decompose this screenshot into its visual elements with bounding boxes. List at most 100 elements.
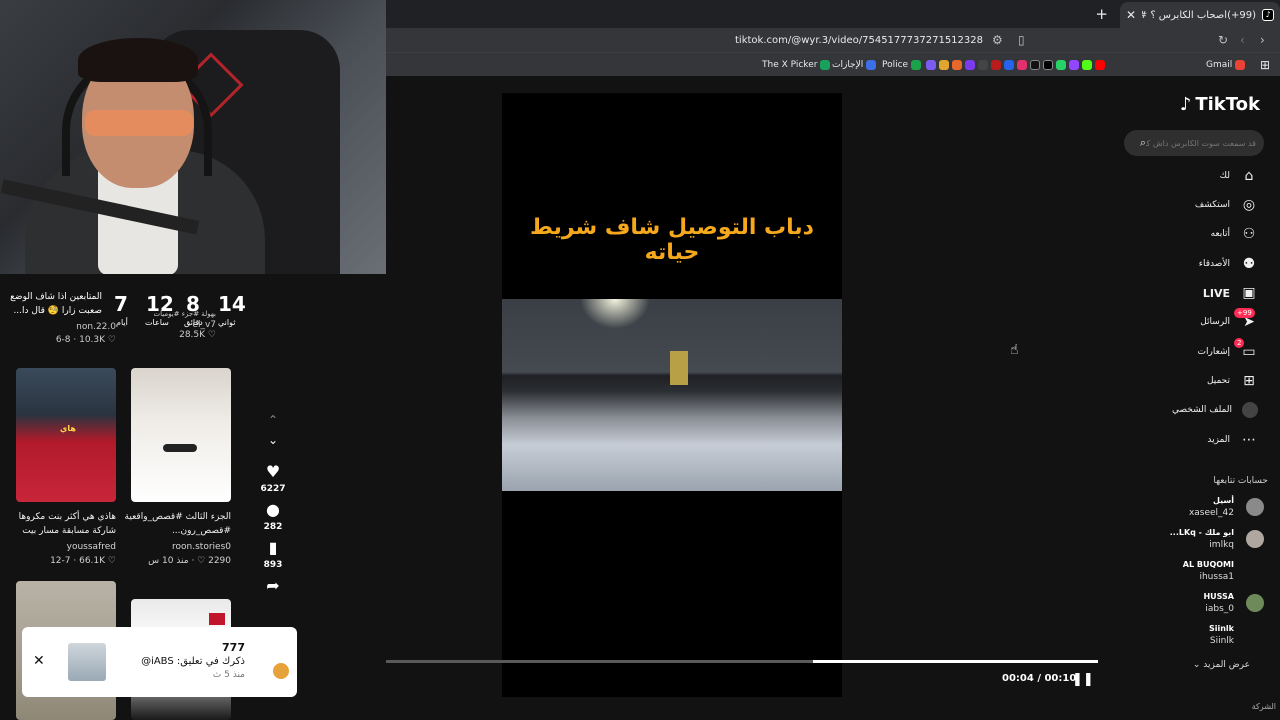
app-icon[interactable] <box>952 60 962 70</box>
nav-profile[interactable]: الملف الشخصي <box>1172 400 1258 420</box>
nav-explore[interactable]: ◎ استكشف <box>1195 195 1258 215</box>
x-icon[interactable] <box>1043 60 1053 70</box>
kick-icon[interactable] <box>1082 60 1092 70</box>
search-icon[interactable]: ⌕ <box>1140 136 1146 150</box>
folder-icon[interactable] <box>939 60 949 70</box>
account-name: HUSSA <box>1203 592 1234 601</box>
nav-notifications[interactable]: ▭ 2 إشعارات <box>1198 338 1258 362</box>
account-name: ابو ملك - LKq... <box>1169 528 1234 537</box>
more-icon: ⋯ <box>1242 432 1256 448</box>
feed-item-caption: بهولة #جزء #يوميات <box>153 310 217 318</box>
close-tab-icon[interactable]: ✕ <box>1126 8 1136 22</box>
bookmark-gmail[interactable]: Gmail <box>1206 58 1246 72</box>
nav-more[interactable]: ⋯ المزيد <box>1207 430 1258 450</box>
s-icon[interactable] <box>965 60 975 70</box>
avatar <box>273 663 289 679</box>
video-progress-bar[interactable] <box>386 660 1098 663</box>
webcam-overlay <box>0 0 386 274</box>
nav-following[interactable]: ⚇ أتابعه <box>1211 224 1258 244</box>
video-actions: ⌃ ⌄ ♥ 6227 ● 282 ▮ 893 ➦ <box>256 410 290 630</box>
instagram-icon[interactable] <box>1017 60 1027 70</box>
bookmark-icon[interactable]: ▮ <box>256 538 290 558</box>
bookmark-the-x-picker[interactable]: The X Picker <box>762 58 831 72</box>
next-video-icon[interactable]: ⌄ <box>256 430 290 450</box>
save-count: 893 <box>263 560 283 570</box>
pause-icon[interactable]: ❚❚ <box>1072 672 1094 687</box>
avatar <box>1246 562 1264 580</box>
nav-upload[interactable]: ⊞ تحميل <box>1207 371 1258 391</box>
bookmark-icons-row <box>926 58 1105 72</box>
avatar <box>1246 626 1264 644</box>
bell-icon: ▭ 2 <box>1234 338 1258 360</box>
translate-icon[interactable] <box>1004 60 1014 70</box>
feed-item-user[interactable]: non.22.0 <box>4 322 116 332</box>
reload-icon[interactable]: ↻ <box>1218 33 1228 47</box>
x-picker-icon <box>820 60 831 70</box>
bookmark-police[interactable]: Police <box>882 58 922 72</box>
followed-account[interactable]: ابو ملك - LKq... imlkq <box>1118 528 1268 556</box>
forward-icon[interactable]: › <box>1260 33 1265 47</box>
feed-item-user[interactable]: el_v7 <box>128 320 216 330</box>
tab-title: (99+)أصحاب الكابرس ؟ #داش <box>1142 9 1256 21</box>
bookmark-icon[interactable]: ▯ <box>1018 33 1025 47</box>
notification-time: منذ 5 ث <box>212 670 245 680</box>
twitch-icon[interactable] <box>1069 60 1079 70</box>
feed-item-user[interactable]: youssafred <box>0 542 116 552</box>
video-thumbnail[interactable] <box>131 368 231 502</box>
nav-live[interactable]: ▣ LIVE <box>1203 283 1258 303</box>
back-icon[interactable]: ‹ <box>1240 33 1245 47</box>
new-tab-button[interactable]: + <box>1095 5 1108 23</box>
tiktok-bookmark-icon[interactable] <box>1030 60 1040 70</box>
product-shape <box>163 444 197 452</box>
following-accounts-heading: حسابات تتابعها <box>1213 476 1268 486</box>
video-frame[interactable]: دباب التوصيل شاف شريط حياته <box>502 93 842 697</box>
browser-tab[interactable]: ♪ (99+)أصحاب الكابرس ؟ #داش ✕ <box>1120 2 1280 28</box>
feed-item-caption: الجزء الثالث #قصص_واقعية #قصص_رون... <box>124 512 231 536</box>
account-name: Siinlk <box>1208 624 1234 633</box>
followed-account[interactable]: AL BUQOMI ihussa1 <box>1118 560 1268 588</box>
previous-video-icon[interactable]: ⌃ <box>256 410 290 430</box>
chevron-down-icon: ⌄ <box>1192 660 1201 670</box>
comment-icon[interactable]: ● <box>256 500 290 520</box>
url-field[interactable]: tiktok.com/@wyr.3/video/7545177737271512… <box>735 35 983 46</box>
mention-notification[interactable]: ✕ 777 ذكرك في تعليق: iABS@ منذ 5 ث <box>22 627 297 697</box>
hp-icon[interactable] <box>991 60 1001 70</box>
youtube-icon[interactable] <box>1095 60 1105 70</box>
search-bar[interactable]: ⌕ <box>1124 130 1264 156</box>
apps-grid-icon[interactable]: ⊞ <box>1260 58 1270 72</box>
nav-messages[interactable]: ➤ 99+ الرسائل <box>1200 308 1258 332</box>
followed-account[interactable]: أسيل xaseel_42 <box>1118 496 1268 524</box>
gmail-icon <box>1235 60 1246 70</box>
like-icon[interactable]: ♥ <box>256 462 290 482</box>
feed-item-user[interactable]: roon.stories0 <box>115 542 231 552</box>
account-handle: imlkq <box>1209 540 1234 550</box>
share-icon[interactable]: ➦ <box>256 576 290 596</box>
notifications-badge: 2 <box>1234 338 1245 348</box>
search-input[interactable] <box>1146 138 1256 148</box>
feed-item-top-2[interactable]: بهولة #جزء #يوميات el_v7 28.5K ♡ <box>128 310 232 340</box>
nav-for-you[interactable]: ⌂ لك <box>1220 166 1258 186</box>
see-more-link[interactable]: عرض المزيد ⌄ <box>1193 660 1250 670</box>
followed-account[interactable]: Siinlk Siinlk <box>1118 624 1268 652</box>
followed-account[interactable]: HUSSA iabs_0 <box>1118 592 1268 620</box>
github-icon[interactable] <box>978 60 988 70</box>
profile-icon <box>1242 402 1258 418</box>
close-icon[interactable]: ✕ <box>33 653 45 669</box>
notification-thumbnail <box>68 643 106 681</box>
site-settings-icon[interactable]: ⚙ <box>992 33 1003 47</box>
nav-friends[interactable]: ⚉ الأصدقاء <box>1199 254 1258 274</box>
notification-text: ذكرك في تعليق: iABS@ <box>141 656 245 667</box>
whatsapp-icon[interactable] <box>1056 60 1066 70</box>
tiktok-logo[interactable]: ♪ TikTok <box>1180 94 1260 115</box>
tiktok-sidebar: ♪ TikTok ⌕ ⌂لك ◎استكشف ⚇أتابعه ⚉الأصدقاء… <box>1114 76 1280 720</box>
friends-icon: ⚉ <box>1242 256 1256 272</box>
account-name: AL BUQOMI <box>1182 560 1234 569</box>
link-icon[interactable] <box>926 60 936 70</box>
bookmark-holidays[interactable]: الإجازات <box>832 58 877 72</box>
company-link[interactable]: الشركة <box>1252 702 1276 711</box>
video-thumbnail[interactable]: هاي <box>16 368 116 502</box>
avatar <box>1246 530 1264 548</box>
following-icon: ⚇ <box>1242 226 1256 242</box>
feed-item-top-1[interactable]: المتابعين اذا شاف الوضع صعبت زارا 🧐 قال … <box>4 290 116 345</box>
tiktok-icon: ♪ <box>1262 9 1274 21</box>
